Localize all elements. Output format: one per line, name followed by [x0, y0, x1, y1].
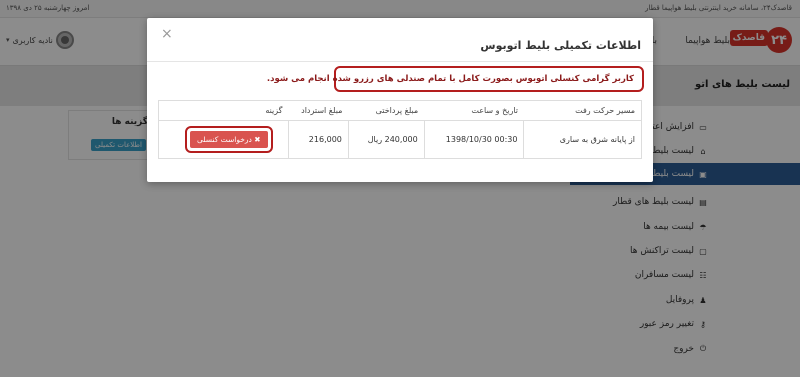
action-cell: ✖ درخواست کنسلی	[158, 120, 289, 159]
column-header: مبلغ استرداد	[288, 100, 349, 121]
modal-title: اطلاعات تکمیلی بلیط اتوبوس	[480, 39, 641, 52]
column-header: تاریخ و ساعت	[424, 100, 524, 121]
table-row: از پایانه شرق به ساری 1398/10/30 00:30 2…	[158, 120, 642, 159]
ticket-table: مسیر حرکت رفت تاریخ و ساعت مبلغ پرداختی …	[158, 100, 642, 159]
refund-amount-cell: 216,000	[288, 120, 349, 159]
route-cell: از پایانه شرق به ساری	[559, 135, 635, 144]
bus-ticket-details-modal: × اطلاعات تکمیلی بلیط اتوبوس کاربر گرامی…	[147, 18, 653, 182]
cancellation-notice: کاربر گرامی کنسلی اتوبوس بصورت کامل با ت…	[267, 66, 644, 92]
divider	[147, 61, 653, 62]
paid-amount-cell: 240,000 ریال	[348, 120, 425, 159]
column-header: مبلغ پرداختی	[348, 100, 425, 121]
column-header: مسیر حرکت رفت	[523, 100, 642, 121]
notice-text: کاربر گرامی کنسلی اتوبوس بصورت کامل با ت…	[266, 74, 634, 84]
close-icon[interactable]: ×	[161, 26, 173, 42]
table-header-row: مسیر حرکت رفت تاریخ و ساعت مبلغ پرداختی …	[158, 100, 642, 121]
datetime-cell: 1398/10/30 00:30	[424, 120, 525, 159]
column-header: گزینه	[158, 100, 289, 121]
cancel-request-button[interactable]: ✖ درخواست کنسلی	[190, 131, 268, 148]
cancel-highlight: ✖ درخواست کنسلی	[185, 126, 273, 153]
